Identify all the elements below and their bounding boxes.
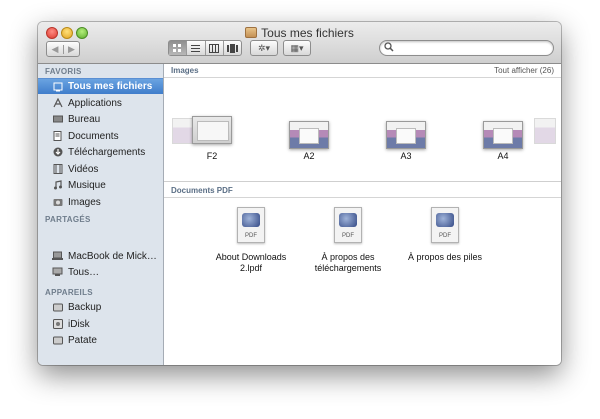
sidebar-item-documents[interactable]: Documents [38, 128, 163, 144]
image-label: A3 [400, 151, 412, 161]
sidebar-item-desktop[interactable]: Bureau [38, 111, 163, 127]
sidebar-item-label: Backup [68, 301, 102, 313]
all-files-icon [52, 81, 63, 92]
sidebar-item-label: Tous mes fichiers [68, 81, 153, 92]
images-section-title: Images [171, 66, 199, 75]
sidebar-header-shared: PARTAGÉS [45, 215, 91, 224]
pdf-section-title: Documents PDF [171, 186, 233, 195]
pdf-label-line2: 2.lpdf [239, 263, 263, 273]
desktop-icon [52, 114, 63, 125]
pdf-label-line1: À propos des [321, 252, 375, 262]
image-thumbnail[interactable] [192, 116, 232, 144]
content-area: Images Tout afficher (26) F2 A2 A3 A4 Do… [164, 64, 561, 365]
icon-view-button[interactable] [169, 41, 187, 55]
pdf-badge-text: PDF [245, 233, 257, 239]
sidebar-item-label: Vidéos [68, 163, 99, 175]
documents-icon [52, 131, 63, 142]
sidebar-item-label: Bureau [68, 113, 101, 125]
preview-icon [339, 213, 357, 227]
view-mode-buttons [168, 40, 242, 56]
sidebar-item-music[interactable]: Musique [38, 177, 163, 193]
sidebar-header-favorites: FAVORIS [45, 67, 82, 76]
show-all-images-link[interactable]: Tout afficher (26) [494, 66, 554, 75]
images-section-header: Images Tout afficher (26) [164, 64, 561, 78]
sidebar-item-idisk[interactable]: iDisk [38, 316, 163, 332]
sidebar-item-all-files[interactable]: Tous mes fichiers [38, 78, 163, 94]
sidebar-item-label: Téléchargements [68, 146, 146, 158]
search-icon [384, 42, 394, 52]
disk-icon [52, 302, 63, 313]
toolbar: Tous mes fichiers ◀ ▶ ✲▾ ▦▾ [38, 22, 561, 64]
pdf-badge-text: PDF [342, 233, 354, 239]
image-label: A2 [303, 151, 315, 161]
movies-icon [52, 164, 63, 175]
sidebar-item-label: Tous… [68, 266, 100, 278]
sidebar-item-label: iDisk [68, 318, 90, 330]
sidebar-item-label: Applications [68, 97, 122, 109]
network-icon [52, 267, 63, 278]
image-thumbnail[interactable] [483, 121, 523, 149]
finder-window: Tous mes fichiers ◀ ▶ ✲▾ ▦▾ FAVORIS Tous… [38, 22, 561, 365]
pdf-label-line1: À propos des piles [407, 252, 483, 262]
pdf-file-icon[interactable]: PDF [431, 207, 459, 243]
list-view-icon [191, 44, 201, 52]
sidebar-item-backup[interactable]: Backup [38, 299, 163, 315]
sidebar: FAVORIS Tous mes fichiers Applications B… [38, 64, 164, 365]
sidebar-item-label: Patate [68, 334, 97, 346]
image-thumbnail-ghost [172, 118, 194, 144]
coverflow-view-icon [226, 43, 238, 53]
sidebar-item-label: Images [68, 196, 101, 208]
sidebar-item-downloads[interactable]: Téléchargements [38, 144, 163, 160]
idisk-icon [52, 319, 63, 330]
music-icon [52, 180, 63, 191]
applications-icon [52, 98, 63, 109]
pdf-label: À propos des piles [390, 252, 500, 263]
sidebar-item-applications[interactable]: Applications [38, 95, 163, 111]
action-menu-button[interactable]: ✲▾ [250, 40, 278, 56]
window-title: Tous mes fichiers [38, 26, 561, 40]
window-title-text: Tous mes fichiers [261, 26, 354, 40]
laptop-icon [52, 251, 63, 262]
sidebar-item-label: Musique [68, 179, 106, 191]
pdf-label-line2: téléchargements [314, 263, 382, 273]
sidebar-item-patate[interactable]: Patate [38, 332, 163, 348]
disk-icon [52, 335, 63, 346]
pdf-file-icon[interactable]: PDF [334, 207, 362, 243]
search-input[interactable] [379, 40, 554, 56]
pdf-label-line1: About Downloads [215, 252, 287, 262]
sidebar-item-macbook[interactable]: MacBook de Mick… [38, 248, 163, 264]
preview-icon [242, 213, 260, 227]
forward-button[interactable]: ▶ [62, 44, 79, 54]
column-view-icon [209, 43, 220, 53]
back-forward-buttons: ◀ ▶ [46, 41, 80, 57]
pdf-section-header: Documents PDF [164, 184, 561, 198]
pdf-label: À propos des téléchargements [303, 252, 393, 274]
downloads-icon [52, 147, 63, 158]
arrange-menu-button[interactable]: ▦▾ [283, 40, 311, 56]
section-divider [164, 181, 561, 182]
column-view-button[interactable] [204, 41, 223, 55]
sidebar-header-devices: APPAREILS [45, 288, 93, 297]
pdf-file-icon[interactable]: PDF [237, 207, 265, 243]
image-thumbnail[interactable] [386, 121, 426, 149]
sidebar-item-movies[interactable]: Vidéos [38, 161, 163, 177]
sidebar-item-label: Documents [68, 130, 119, 142]
sidebar-item-all-shared[interactable]: Tous… [38, 264, 163, 280]
back-button[interactable]: ◀ [47, 44, 63, 54]
coverflow-view-button[interactable] [222, 41, 241, 55]
list-view-button[interactable] [186, 41, 204, 55]
sidebar-item-pictures[interactable]: Images [38, 194, 163, 210]
image-label: A4 [497, 151, 509, 161]
icon-view-icon [173, 43, 182, 52]
pdf-label: About Downloads 2.lpdf [206, 252, 296, 274]
sidebar-item-label: MacBook de Mick… [68, 250, 157, 262]
preview-icon [436, 213, 454, 227]
pictures-icon [52, 197, 63, 208]
image-label: F2 [206, 151, 218, 161]
pdf-badge-text: PDF [439, 233, 451, 239]
image-thumbnail-ghost [534, 118, 556, 144]
folder-icon [245, 27, 258, 38]
image-thumbnail[interactable] [289, 121, 329, 149]
